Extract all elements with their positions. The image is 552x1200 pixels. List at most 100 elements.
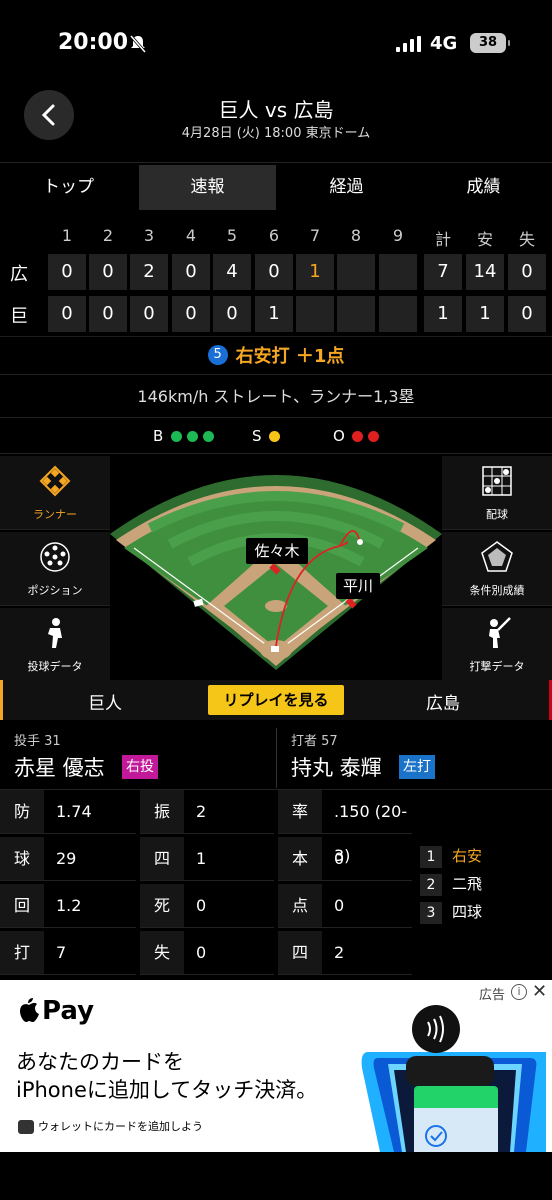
away-team-name[interactable]: 広島 [408,689,478,714]
outs-label: O [333,427,345,445]
inning-header: 安 [476,230,493,249]
score-cell: 2 [130,254,168,290]
score-cell [337,254,375,290]
ad-headline-1: あなたのカードを [16,1050,184,1074]
inning-header: 9 [392,226,404,245]
matchup-players: 投手 31 赤星 優志 右投 打者 57 持丸 泰輝 左打 [0,722,552,790]
score-cell: 4 [213,254,251,290]
tab-live[interactable]: 速報 [139,165,276,210]
tab-progress[interactable]: 経過 [278,163,415,212]
out-dot [368,431,379,442]
ad-wallet-line: ウォレットにカードを追加しよう [18,1118,203,1134]
divider [276,728,277,788]
inning-header: 7 [309,226,321,245]
stat-key: 球 [0,837,44,881]
replay-button[interactable]: リプレイを見る [208,685,344,715]
bottom-area [0,1152,552,1200]
apple-pay-ad[interactable]: Pay あなたのカードを iPhoneに追加してタッチ決済。 ウォレットにカード… [0,980,552,1152]
score-cell: 1 [466,296,504,332]
pitcher-name[interactable]: 赤星 優志 [14,752,105,782]
battery-icon: 38 [470,33,510,53]
stat-key: 打 [0,931,44,975]
pitch-info: 146km/h ストレート、ランナー1,3塁 [0,374,552,418]
signal-icon [396,36,421,52]
at-bat-log-item[interactable]: 1 右安 [420,842,550,870]
field-area: ランナー ポジション 投球データ 佐々木 平川 配球 条件別成績 打撃データ [0,456,552,682]
runner-label-third: 平川 [336,573,380,599]
stat-value: 2 [322,931,412,975]
stat-key: 本 [278,837,322,881]
ball-landing-point [357,539,363,545]
pitcher-icon [48,618,62,648]
at-bat-log-item[interactable]: 3 四球 [420,898,550,926]
ad-label: 広告 [479,988,506,1003]
home-team-name[interactable]: 巨人 [70,689,140,714]
score-cell [379,254,417,290]
stat-value: 1.2 [44,884,136,928]
stat-key: 振 [140,790,184,834]
stat-value: 29 [44,837,136,881]
team-row-label: 巨 [10,306,28,327]
batting-data-button[interactable]: 打撃データ [442,608,552,682]
play-result-text: 右安打 ＋1点 [235,345,345,367]
score-cell [379,296,417,332]
grid-icon [482,466,512,496]
batter-icon [489,617,511,648]
runner-button[interactable]: ランナー [0,456,110,530]
score-cell: 0 [508,254,546,290]
position-icon [40,542,70,572]
stat-key: 回 [0,884,44,928]
score-cell: 7 [424,254,462,290]
split-stats-label: 条件別成績 [469,584,525,597]
iphone-illustration [361,1005,546,1152]
ball-dot [203,431,214,442]
play-result: 5 右安打 ＋1点 [0,336,552,372]
pitching-data-label: 投球データ [27,660,83,673]
stat-value: 0 [184,931,274,975]
count-indicator: B S O [0,418,552,454]
inning-header: 2 [102,226,114,245]
pitching-data-button[interactable]: 投球データ [0,608,110,682]
score-cell: 0 [508,296,546,332]
stat-key: 点 [278,884,322,928]
stat-value: .150 (20-3) [322,790,412,865]
status-time: 20:00 [58,30,129,55]
ad-wallet-text: ウォレットにカードを追加しよう [38,1120,203,1133]
stat-value: 1 [184,837,274,881]
stat-key: 失 [140,931,184,975]
position-button[interactable]: ポジション [0,532,110,606]
player-stats: 防 1.74 振 2 球 29 四 1 回 1.2 死 0 打 7 失 0 率 .150 (20-3) 本 0 点 0 四 2… [0,790,552,980]
pitcher-label: 投手 31 [14,734,61,749]
score-cell: 0 [89,296,127,332]
at-bat-result: 右安 [452,847,483,865]
close-icon[interactable]: ✕ [532,981,547,1002]
team-bar: 巨人 リプレイを見る 広島 [0,680,552,720]
tab-top[interactable]: トップ [0,163,137,212]
wallet-icon [18,1120,34,1134]
network-label: 4G [430,33,458,54]
radar-chart-icon [481,541,513,572]
tab-stats[interactable]: 成績 [415,163,552,212]
pitcher-hand-badge: 右投 [122,755,158,779]
score-cell: 0 [172,296,210,332]
runner-label-second: 佐々木 [246,538,308,564]
split-stats-button[interactable]: 条件別成績 [442,532,552,606]
inning-header: 1 [61,226,73,245]
batter-hand-badge: 左打 [399,755,435,779]
score-cell: 0 [255,254,293,290]
home-plate [271,646,279,652]
inning-header: 計 [434,230,451,249]
pitch-chart-button[interactable]: 配球 [442,456,552,530]
at-bat-log-item[interactable]: 2 二飛 [420,870,550,898]
baseball-field [110,475,442,670]
inning-header: 6 [268,226,280,245]
ball-dot [187,431,198,442]
score-cell: 1 [424,296,462,332]
diamond-runner-icon [39,465,71,497]
ball-dot [171,431,182,442]
info-icon[interactable]: i [511,984,527,1000]
tab-bar: トップ 速報 経過 成績 [0,162,552,212]
stat-key: 率 [278,790,322,834]
batter-name[interactable]: 持丸 泰輝 [291,752,382,782]
ad-headline-2: iPhoneに追加してタッチ決済。 [16,1078,318,1102]
